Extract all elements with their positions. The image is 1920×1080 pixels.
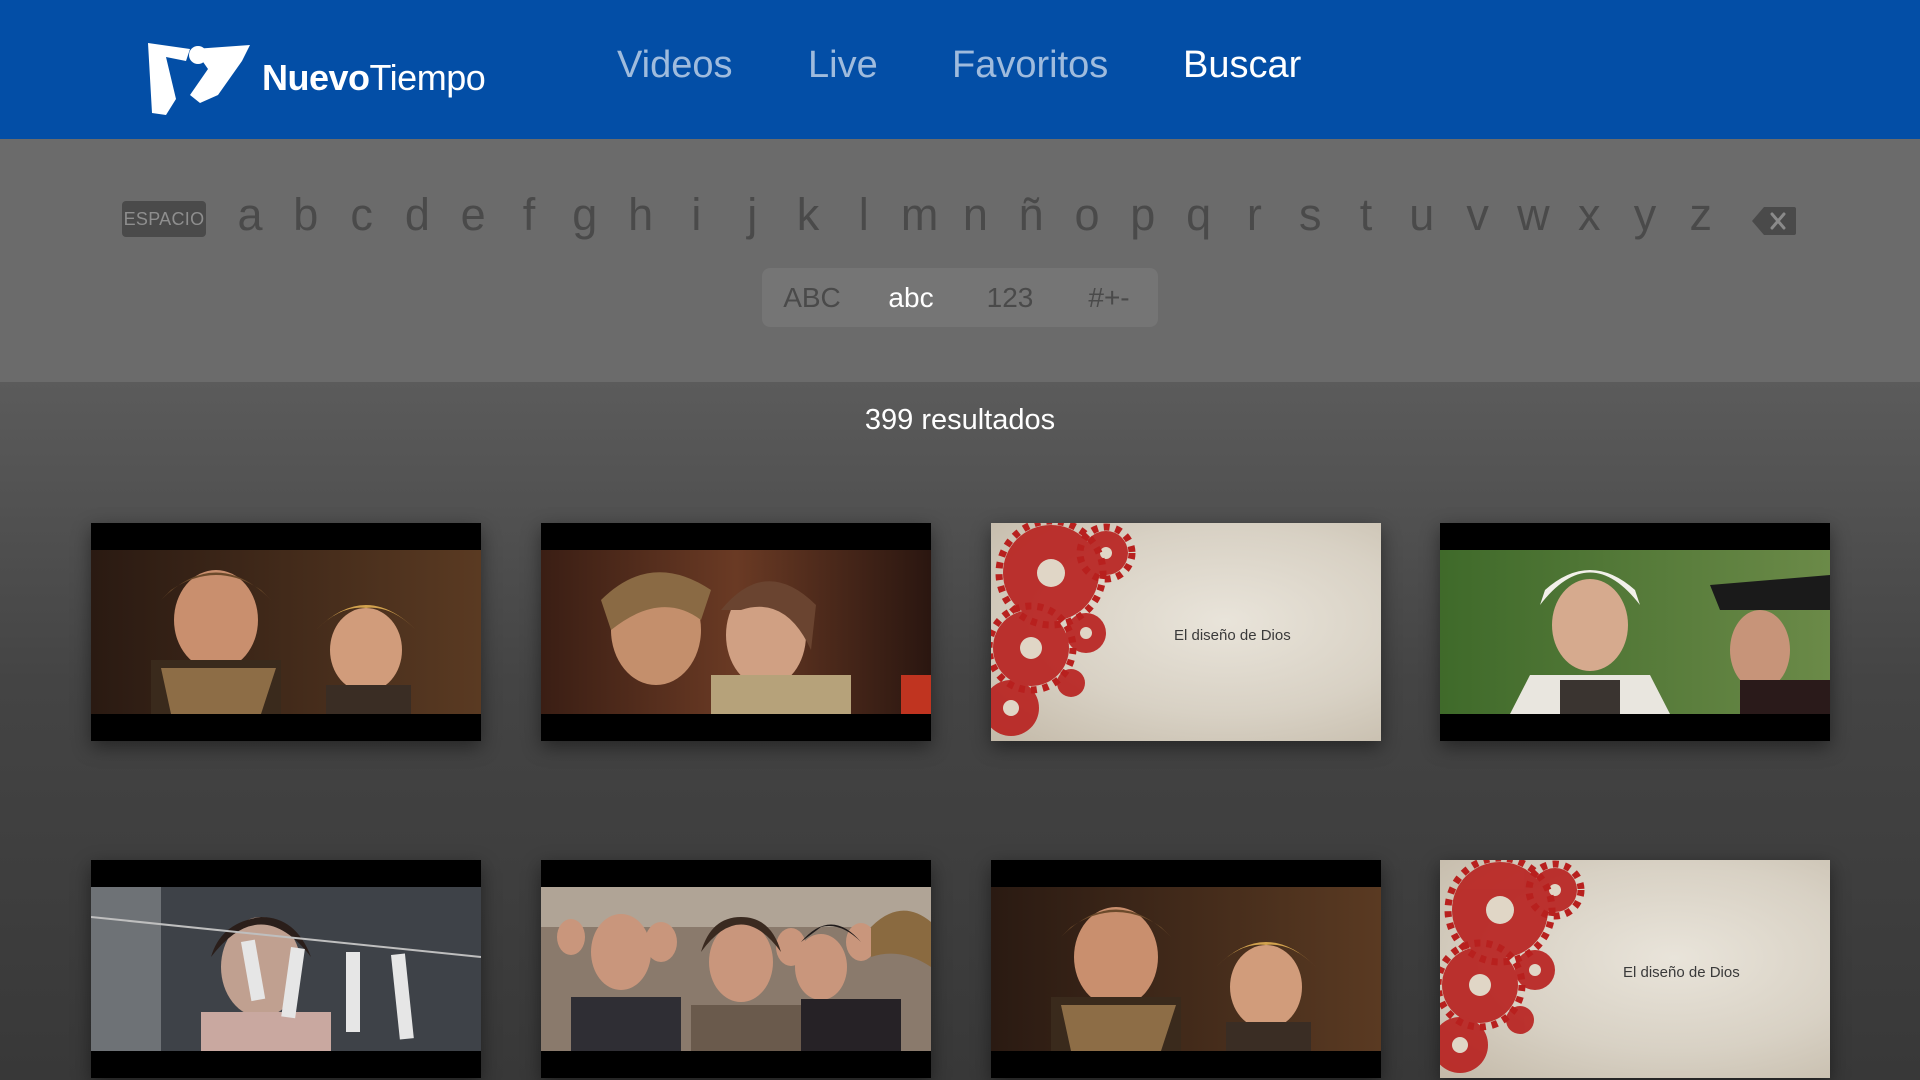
mode-symbols[interactable]: #+-	[1060, 268, 1158, 327]
video-thumbnail[interactable]	[991, 860, 1381, 1078]
video-still	[91, 550, 481, 714]
key-letter[interactable]: m	[897, 185, 943, 245]
key-letter[interactable]: r	[1231, 185, 1277, 245]
key-letter[interactable]: b	[283, 185, 329, 245]
logo-word-nuevo: Nuevo	[262, 57, 370, 98]
video-still	[1440, 550, 1830, 714]
key-letter[interactable]: w	[1510, 185, 1556, 245]
mode-numbers[interactable]: 123	[960, 268, 1060, 327]
video-thumbnail[interactable]: El diseño de Dios	[991, 523, 1381, 741]
nuevo-tiempo-logo: NuevoTiempo	[146, 38, 486, 118]
key-letter[interactable]: i	[673, 185, 719, 245]
mode-uppercase[interactable]: ABC	[762, 268, 862, 327]
key-letter[interactable]: t	[1343, 185, 1389, 245]
key-letter[interactable]: o	[1064, 185, 1110, 245]
key-letter[interactable]: a	[227, 185, 273, 245]
keyboard-mode-selector: ABC abc 123 #+-	[762, 268, 1158, 327]
top-bar: NuevoTiempo Videos Live Favoritos Buscar	[0, 0, 1920, 139]
title-card-text: El diseño de Dios	[1174, 627, 1291, 644]
title-card-text: El diseño de Dios	[1623, 964, 1740, 981]
video-thumbnail[interactable]	[541, 860, 931, 1078]
key-letter[interactable]: s	[1287, 185, 1333, 245]
video-thumbnail[interactable]: El diseño de Dios	[1440, 860, 1830, 1078]
key-letter[interactable]: g	[562, 185, 608, 245]
key-letter[interactable]: h	[618, 185, 664, 245]
key-letter[interactable]: l	[841, 185, 887, 245]
nav-buscar[interactable]: Buscar	[1183, 44, 1301, 87]
video-still	[541, 550, 931, 714]
key-letter[interactable]: ñ	[1008, 185, 1054, 245]
key-letter[interactable]: y	[1622, 185, 1668, 245]
nav-videos[interactable]: Videos	[617, 44, 733, 87]
nav-favoritos[interactable]: Favoritos	[952, 44, 1108, 87]
logo-word-tiempo: Tiempo	[369, 57, 486, 98]
keyboard-row: ESPACIO abcdefghijklmnñopqrstuvwxyz	[0, 185, 1920, 245]
results-count: 399 resultados	[864, 404, 1056, 436]
key-letter[interactable]: v	[1455, 185, 1501, 245]
key-letter[interactable]: u	[1399, 185, 1445, 245]
video-still	[541, 887, 931, 1051]
video-thumbnail[interactable]	[91, 860, 481, 1078]
backspace-icon[interactable]	[1750, 205, 1798, 237]
key-letter[interactable]: n	[952, 185, 998, 245]
search-keyboard: ESPACIO abcdefghijklmnñopqrstuvwxyz ABC …	[0, 139, 1920, 382]
key-letter[interactable]: e	[450, 185, 496, 245]
nuevo-tiempo-logo-icon	[148, 43, 250, 115]
nav-live[interactable]: Live	[808, 44, 878, 87]
key-letter[interactable]: z	[1678, 185, 1724, 245]
mode-lowercase[interactable]: abc	[862, 268, 960, 327]
key-letter[interactable]: f	[506, 185, 552, 245]
key-letter[interactable]: p	[1120, 185, 1166, 245]
video-thumbnail[interactable]	[1440, 523, 1830, 741]
video-thumbnail[interactable]	[541, 523, 931, 741]
video-still	[991, 887, 1381, 1051]
key-letter[interactable]: j	[729, 185, 775, 245]
video-still	[91, 887, 481, 1051]
key-letter[interactable]: k	[785, 185, 831, 245]
key-space[interactable]: ESPACIO	[122, 201, 206, 237]
key-letter[interactable]: q	[1176, 185, 1222, 245]
key-letter[interactable]: x	[1566, 185, 1612, 245]
key-letter[interactable]: c	[339, 185, 385, 245]
video-thumbnail[interactable]	[91, 523, 481, 741]
key-letter[interactable]: d	[394, 185, 440, 245]
logo-wordmark: NuevoTiempo	[262, 57, 486, 99]
